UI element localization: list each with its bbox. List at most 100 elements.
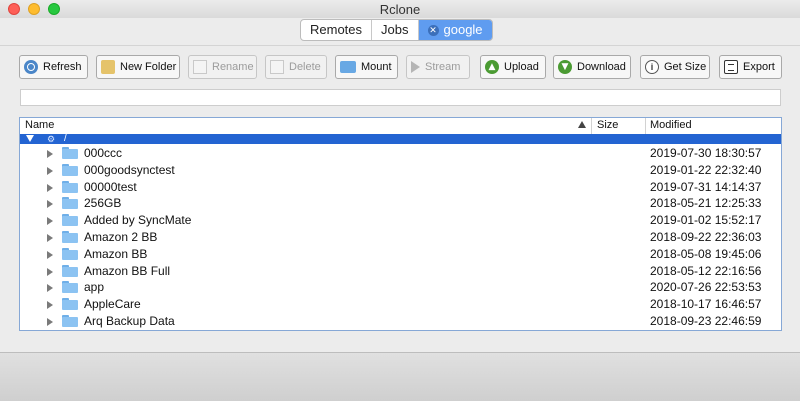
tab-bar: Remotes Jobs ✕ google [300,19,493,41]
drive-icon: ⚙ [47,134,56,144]
new-folder-label: New Folder [120,61,177,73]
folder-icon [62,197,78,210]
disclosure-collapsed-icon[interactable] [47,150,53,158]
stream-play-icon [411,61,420,73]
file-modified: 2020-07-26 22:53:53 [650,280,762,295]
tab-remotes[interactable]: Remotes [301,20,373,40]
title-bar: Rclone [0,0,800,18]
main-window: Remotes Jobs ✕ google Refresh New Folder… [0,18,800,352]
column-divider[interactable] [591,118,592,134]
get-size-button[interactable]: i Get Size [640,55,710,79]
refresh-label: Refresh [43,61,82,73]
rename-document-icon [193,60,207,74]
stream-button[interactable]: Stream [406,55,470,79]
file-name: 00000test [84,179,137,194]
new-folder-button[interactable]: New Folder [96,55,180,79]
window-title: Rclone [379,2,421,17]
upload-label: Upload [504,61,539,73]
table-row[interactable]: 000goodsynctest 2019-01-22 22:32:40 [20,162,781,179]
tab-separator [0,45,800,46]
download-arrow-icon: ▼ [558,60,572,74]
upload-button[interactable]: ▲ Upload [480,55,546,79]
file-table[interactable]: Name Size Modified ⚙ / 000ccc 2019-07-30… [19,117,782,331]
rename-button[interactable]: Rename [188,55,257,79]
file-modified: 2019-07-30 18:30:57 [650,146,762,160]
mount-button[interactable]: Mount [335,55,398,79]
disclosure-collapsed-icon[interactable] [47,301,53,310]
folder-icon [62,163,78,176]
refresh-icon [24,60,38,74]
disclosure-collapsed-icon[interactable] [47,284,53,293]
column-divider[interactable] [645,118,646,134]
mount-folder-icon [340,61,356,73]
disclosure-collapsed-icon[interactable] [47,200,53,209]
upload-arrow-icon: ▲ [485,60,499,74]
file-name: Amazon BB [84,246,148,261]
folder-icon [62,264,78,277]
mount-label: Mount [361,61,392,73]
disclosure-collapsed-icon[interactable] [47,233,53,242]
folder-icon [62,230,78,243]
disclosure-collapsed-icon[interactable] [47,267,53,276]
info-icon: i [645,60,659,74]
table-row[interactable]: 00000test 2019-07-31 14:14:37 [20,179,781,196]
file-name: app [84,280,105,295]
column-header-modified[interactable]: Modified [650,119,692,131]
refresh-button[interactable]: Refresh [19,55,88,79]
folder-icon [62,314,78,327]
sort-ascending-icon[interactable] [578,121,586,128]
file-modified: 2018-05-08 19:45:06 [650,246,762,261]
file-name: AppleCare [84,297,141,312]
file-modified: 2018-05-12 22:16:56 [650,263,762,278]
rename-label: Rename [212,61,254,73]
table-row[interactable]: Arq Backup Data 2018-09-23 22:46:59 [20,313,781,330]
file-name: 000goodsynctest [84,162,175,177]
table-row[interactable]: Added by SyncMate 2019-01-02 15:52:17 [20,212,781,229]
table-row[interactable]: Amazon 2 BB 2018-09-22 22:36:03 [20,229,781,246]
root-name: / [64,133,67,144]
file-name: Added by SyncMate [84,213,192,228]
table-row[interactable]: Amazon BB 2018-05-08 19:45:06 [20,246,781,263]
table-row[interactable]: 256GB 2018-05-21 12:25:33 [20,195,781,212]
export-button[interactable]: Export [719,55,782,79]
file-modified: 2019-01-22 22:32:40 [650,162,762,177]
disclosure-expanded-icon[interactable] [26,135,34,142]
column-header-size[interactable]: Size [597,119,618,131]
tab-google[interactable]: ✕ google [418,20,492,40]
file-name: Arq Backup Data [84,313,175,328]
table-row[interactable]: 000ccc 2019-07-30 18:30:57 [20,145,781,162]
disclosure-collapsed-icon[interactable] [47,250,53,259]
file-name: Amazon BB Full [84,263,171,278]
folder-icon [62,247,78,260]
disclosure-collapsed-icon[interactable] [47,317,53,326]
delete-button[interactable]: Delete [265,55,327,79]
export-list-icon [724,60,738,74]
path-input[interactable] [20,89,781,106]
file-rows: 000ccc 2019-07-30 18:30:57 000goodsyncte… [20,145,781,330]
download-button[interactable]: ▼ Download [553,55,631,79]
file-modified: 2018-09-23 22:46:59 [650,313,762,328]
file-modified: 2018-10-17 16:46:57 [650,297,762,312]
download-label: Download [577,61,626,73]
table-row[interactable]: Amazon BB Full 2018-05-12 22:16:56 [20,263,781,280]
export-label: Export [743,61,775,73]
disclosure-collapsed-icon[interactable] [47,217,53,226]
table-row[interactable]: app 2020-07-26 22:53:53 [20,279,781,296]
table-row[interactable]: AppleCare 2018-10-17 16:46:57 [20,296,781,313]
new-folder-icon [101,60,115,74]
folder-icon [62,214,78,227]
close-circle-icon[interactable]: ✕ [427,24,439,36]
tab-jobs[interactable]: Jobs [372,20,419,40]
file-modified: 2018-05-21 12:25:33 [650,196,762,211]
status-area [0,352,800,401]
column-header-name[interactable]: Name [25,119,54,131]
disclosure-collapsed-icon[interactable] [47,166,53,175]
delete-document-icon [270,60,284,74]
file-modified: 2019-01-02 15:52:17 [650,213,762,228]
disclosure-collapsed-icon[interactable] [47,183,53,192]
delete-label: Delete [289,61,321,73]
folder-icon [62,281,78,294]
tab-google-label: google [443,22,483,37]
root-row[interactable]: ⚙ / [20,133,781,144]
get-size-label: Get Size [664,61,707,73]
